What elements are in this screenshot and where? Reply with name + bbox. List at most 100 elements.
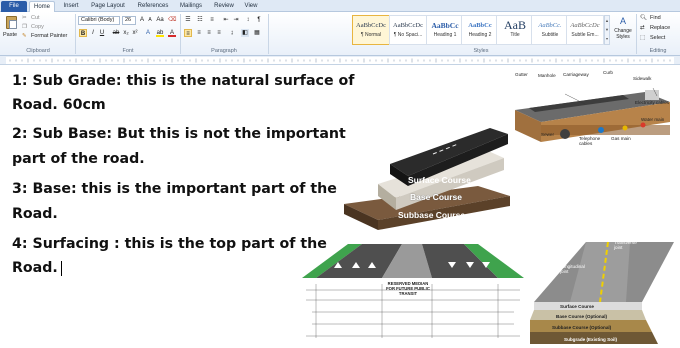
ribbon-separator [75, 14, 76, 54]
underline-button[interactable]: U [98, 29, 106, 37]
styles-gallery-scroll[interactable]: ▲ ▼ ▾ [604, 15, 610, 45]
line-spacing-icon[interactable]: ↨ [228, 29, 236, 37]
select-button[interactable]: ⬚ Select [640, 34, 678, 43]
change-styles-button[interactable]: A Change Styles [612, 14, 634, 48]
style-name: Heading 1 [433, 32, 457, 38]
ribbon-separator [636, 14, 637, 54]
label-telephone: Telephone cables [579, 136, 601, 146]
sort-icon[interactable]: ↕ [244, 16, 252, 24]
format-painter-button[interactable]: ✎ Format Painter [22, 32, 72, 40]
style-sample: AaB [504, 18, 526, 32]
clear-formatting-icon[interactable]: ⌫ [168, 16, 176, 24]
style-normal[interactable]: AaBbCcDc ¶ Normal [352, 15, 390, 45]
font-color-icon[interactable]: A [168, 29, 176, 37]
style-sample: AaBbCcDc [570, 22, 600, 29]
paste-sheet-icon [9, 20, 17, 29]
road-layers-figure[interactable]: Surface Course Base Course Subbase Cours… [338, 124, 518, 232]
justify-icon[interactable]: ≡ [215, 29, 223, 37]
style-no-spacing[interactable]: AaBbCcDc ¶ No Spaci... [389, 15, 427, 45]
shrink-font-icon[interactable]: A [146, 16, 154, 24]
scissors-icon: ✂ [22, 15, 27, 21]
replace-button[interactable]: ⇄ Replace [640, 24, 678, 33]
horizontal-ruler[interactable] [0, 56, 680, 65]
highlight-icon[interactable]: ab [156, 29, 164, 37]
tab-home[interactable]: Home [29, 1, 55, 12]
italic-button[interactable]: I [89, 29, 97, 37]
align-right-icon[interactable]: ≡ [205, 29, 213, 37]
tab-file[interactable]: File [1, 1, 27, 12]
paragraph-line[interactable]: 1: Sub Grade: this is the natural surfac… [12, 68, 354, 95]
shading-icon[interactable]: ◧ [241, 29, 249, 37]
style-name: ¶ No Spaci... [393, 32, 423, 38]
style-subtitle[interactable]: AaBbCc. Subtitle [531, 15, 569, 45]
ruler-ticks [9, 58, 671, 63]
paragraph-line[interactable]: part of the road. [12, 146, 145, 173]
document-page[interactable]: 1: Sub Grade: this is the natural surfac… [0, 66, 680, 348]
copy-icon: ❐ [22, 24, 27, 30]
tab-review[interactable]: Review [212, 1, 236, 12]
style-heading-1[interactable]: AaBbCc Heading 1 [426, 15, 464, 45]
bold-button[interactable]: B [79, 29, 87, 37]
style-subtle-emphasis[interactable]: AaBbCcDc Subtle Em... [566, 15, 604, 45]
change-case-icon[interactable]: Aa [156, 16, 164, 24]
label-reserved-median: RESERVED MEDIAN FOR FUTURE PUBLIC TRANSI… [386, 281, 430, 296]
strikethrough-button[interactable]: ab [112, 29, 120, 37]
decrease-indent-icon[interactable]: ⇤ [222, 16, 230, 24]
align-center-icon[interactable]: ≡ [195, 29, 203, 37]
style-name: Subtitle [541, 32, 559, 38]
label-carriageway: Carriageway [563, 72, 589, 77]
label-pavement-surface: Surface Course [560, 304, 594, 309]
tab-references[interactable]: References [134, 1, 172, 12]
find-button[interactable]: 🔍︎ Find [640, 14, 678, 23]
increase-indent-icon[interactable]: ⇥ [232, 16, 240, 24]
word-window: File Home Insert Page Layout References … [0, 0, 680, 348]
paragraph-line[interactable]: Road. 60cm [12, 92, 106, 119]
paragraph-line[interactable]: 4: Surfacing : this is the top part of t… [12, 231, 327, 258]
replace-icon: ⇄ [640, 25, 645, 31]
label-pavement-base: Base Course (Optional) [556, 314, 608, 319]
replace-label: Replace [650, 25, 671, 31]
style-title[interactable]: AaB Title [496, 15, 534, 45]
paragraph-line[interactable]: Road. [12, 255, 62, 282]
ribbon-separator [268, 14, 269, 54]
style-name: ¶ Normal [360, 32, 382, 38]
paragraph-line[interactable]: Road. [12, 201, 58, 228]
text-effects-icon[interactable]: A [144, 29, 152, 37]
superscript-button[interactable]: x² [131, 29, 139, 37]
show-formatting-icon[interactable]: ¶ [255, 16, 263, 24]
align-left-icon[interactable]: ≡ [184, 29, 192, 37]
style-sample: AaBbCc. [538, 22, 562, 29]
copy-button[interactable]: ❐ Copy [22, 23, 52, 31]
label-pavement-subgrade: Subgrade (Existing Soil) [564, 337, 618, 342]
cut-button[interactable]: ✂ Cut [22, 14, 52, 22]
multilevel-list-icon[interactable]: ≡ [208, 16, 216, 24]
subscript-button[interactable]: x₂ [122, 29, 130, 37]
grow-font-icon[interactable]: A [138, 16, 146, 24]
numbering-icon[interactable]: ☷ [196, 16, 204, 24]
highway-cross-section-figure[interactable]: RESERVED MEDIAN FOR FUTURE PUBLIC TRANSI… [302, 238, 524, 346]
bullets-icon[interactable]: ☰ [184, 16, 192, 24]
tab-page-layout[interactable]: Page Layout [88, 1, 128, 12]
font-size-combo[interactable]: 26 [122, 16, 136, 25]
editing-group-label: Editing [649, 48, 667, 54]
paragraph-group-label: Paragraph [211, 48, 237, 54]
ruler-track [6, 57, 674, 64]
pavement-layers-figure[interactable]: Longitudinal joint Transverse joint Surf… [530, 238, 678, 344]
style-heading-2[interactable]: AaBbCc Heading 2 [461, 15, 499, 45]
label-sewer: Sewer [541, 132, 555, 137]
font-name-combo[interactable]: Calibri (Body) [78, 16, 120, 25]
paragraph-line[interactable]: 3: Base: this is the important part of t… [12, 176, 337, 203]
tab-view[interactable]: View [241, 1, 261, 12]
tab-insert[interactable]: Insert [59, 1, 83, 12]
label-electricity: Electricity cables [635, 100, 670, 105]
tab-mailings[interactable]: Mailings [176, 1, 206, 12]
paste-button[interactable]: Paste [3, 14, 20, 44]
style-sample: AaBbCcDc [356, 22, 386, 29]
street-utilities-figure[interactable]: Gutter Manhole Carriageway Curb Sidewalk… [505, 70, 677, 152]
paragraph-line[interactable]: 2: Sub Base: But this is not the importa… [12, 121, 346, 148]
text-cursor [60, 260, 62, 276]
style-name: Subtle Em... [571, 32, 599, 38]
label-subbase-course: Subbase Course [398, 210, 466, 220]
ribbon-separator [180, 14, 181, 54]
borders-icon[interactable]: ▦ [253, 29, 261, 37]
